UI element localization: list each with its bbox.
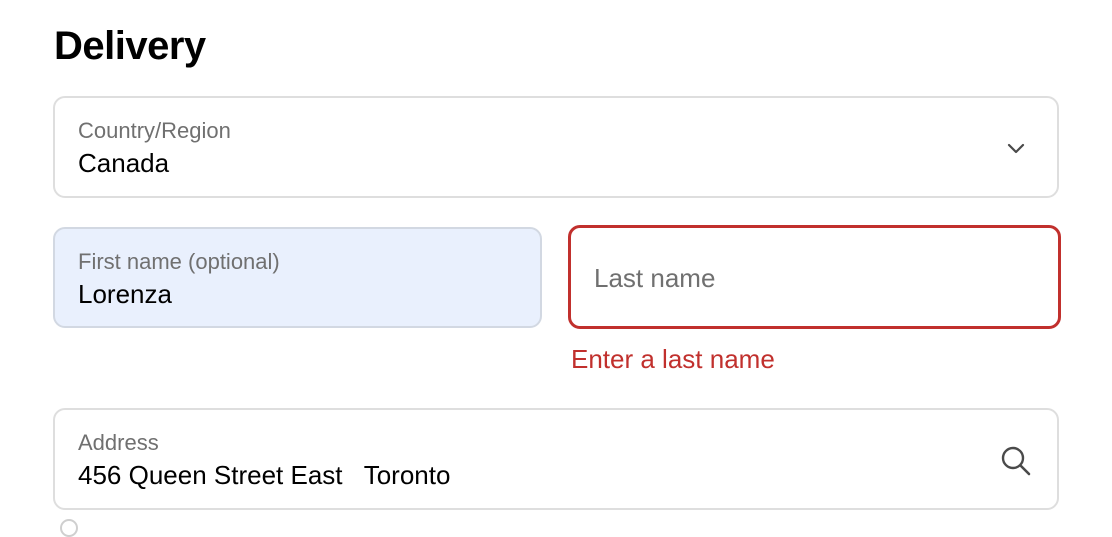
last-name-error-message: Enter a last name <box>571 344 775 374</box>
last-name-field[interactable]: Last name <box>568 225 1061 329</box>
last-name-placeholder: Last name <box>594 263 716 293</box>
delivery-heading: Delivery <box>54 24 206 68</box>
search-icon[interactable] <box>999 444 1033 478</box>
address-field[interactable]: Address 456 Queen Street East Toronto <box>53 408 1059 510</box>
first-name-label: First name (optional) <box>78 249 280 274</box>
chevron-down-icon[interactable] <box>1005 138 1027 160</box>
country-region-value: Canada <box>78 148 170 178</box>
radio-button[interactable] <box>60 519 78 537</box>
first-name-value: Lorenza <box>78 279 172 309</box>
address-label: Address <box>78 430 159 455</box>
first-name-field[interactable]: First name (optional) Lorenza <box>53 227 542 328</box>
country-region-label: Country/Region <box>78 118 231 143</box>
address-value: 456 Queen Street East Toronto <box>78 460 451 490</box>
country-region-select[interactable]: Country/Region Canada <box>53 96 1059 198</box>
